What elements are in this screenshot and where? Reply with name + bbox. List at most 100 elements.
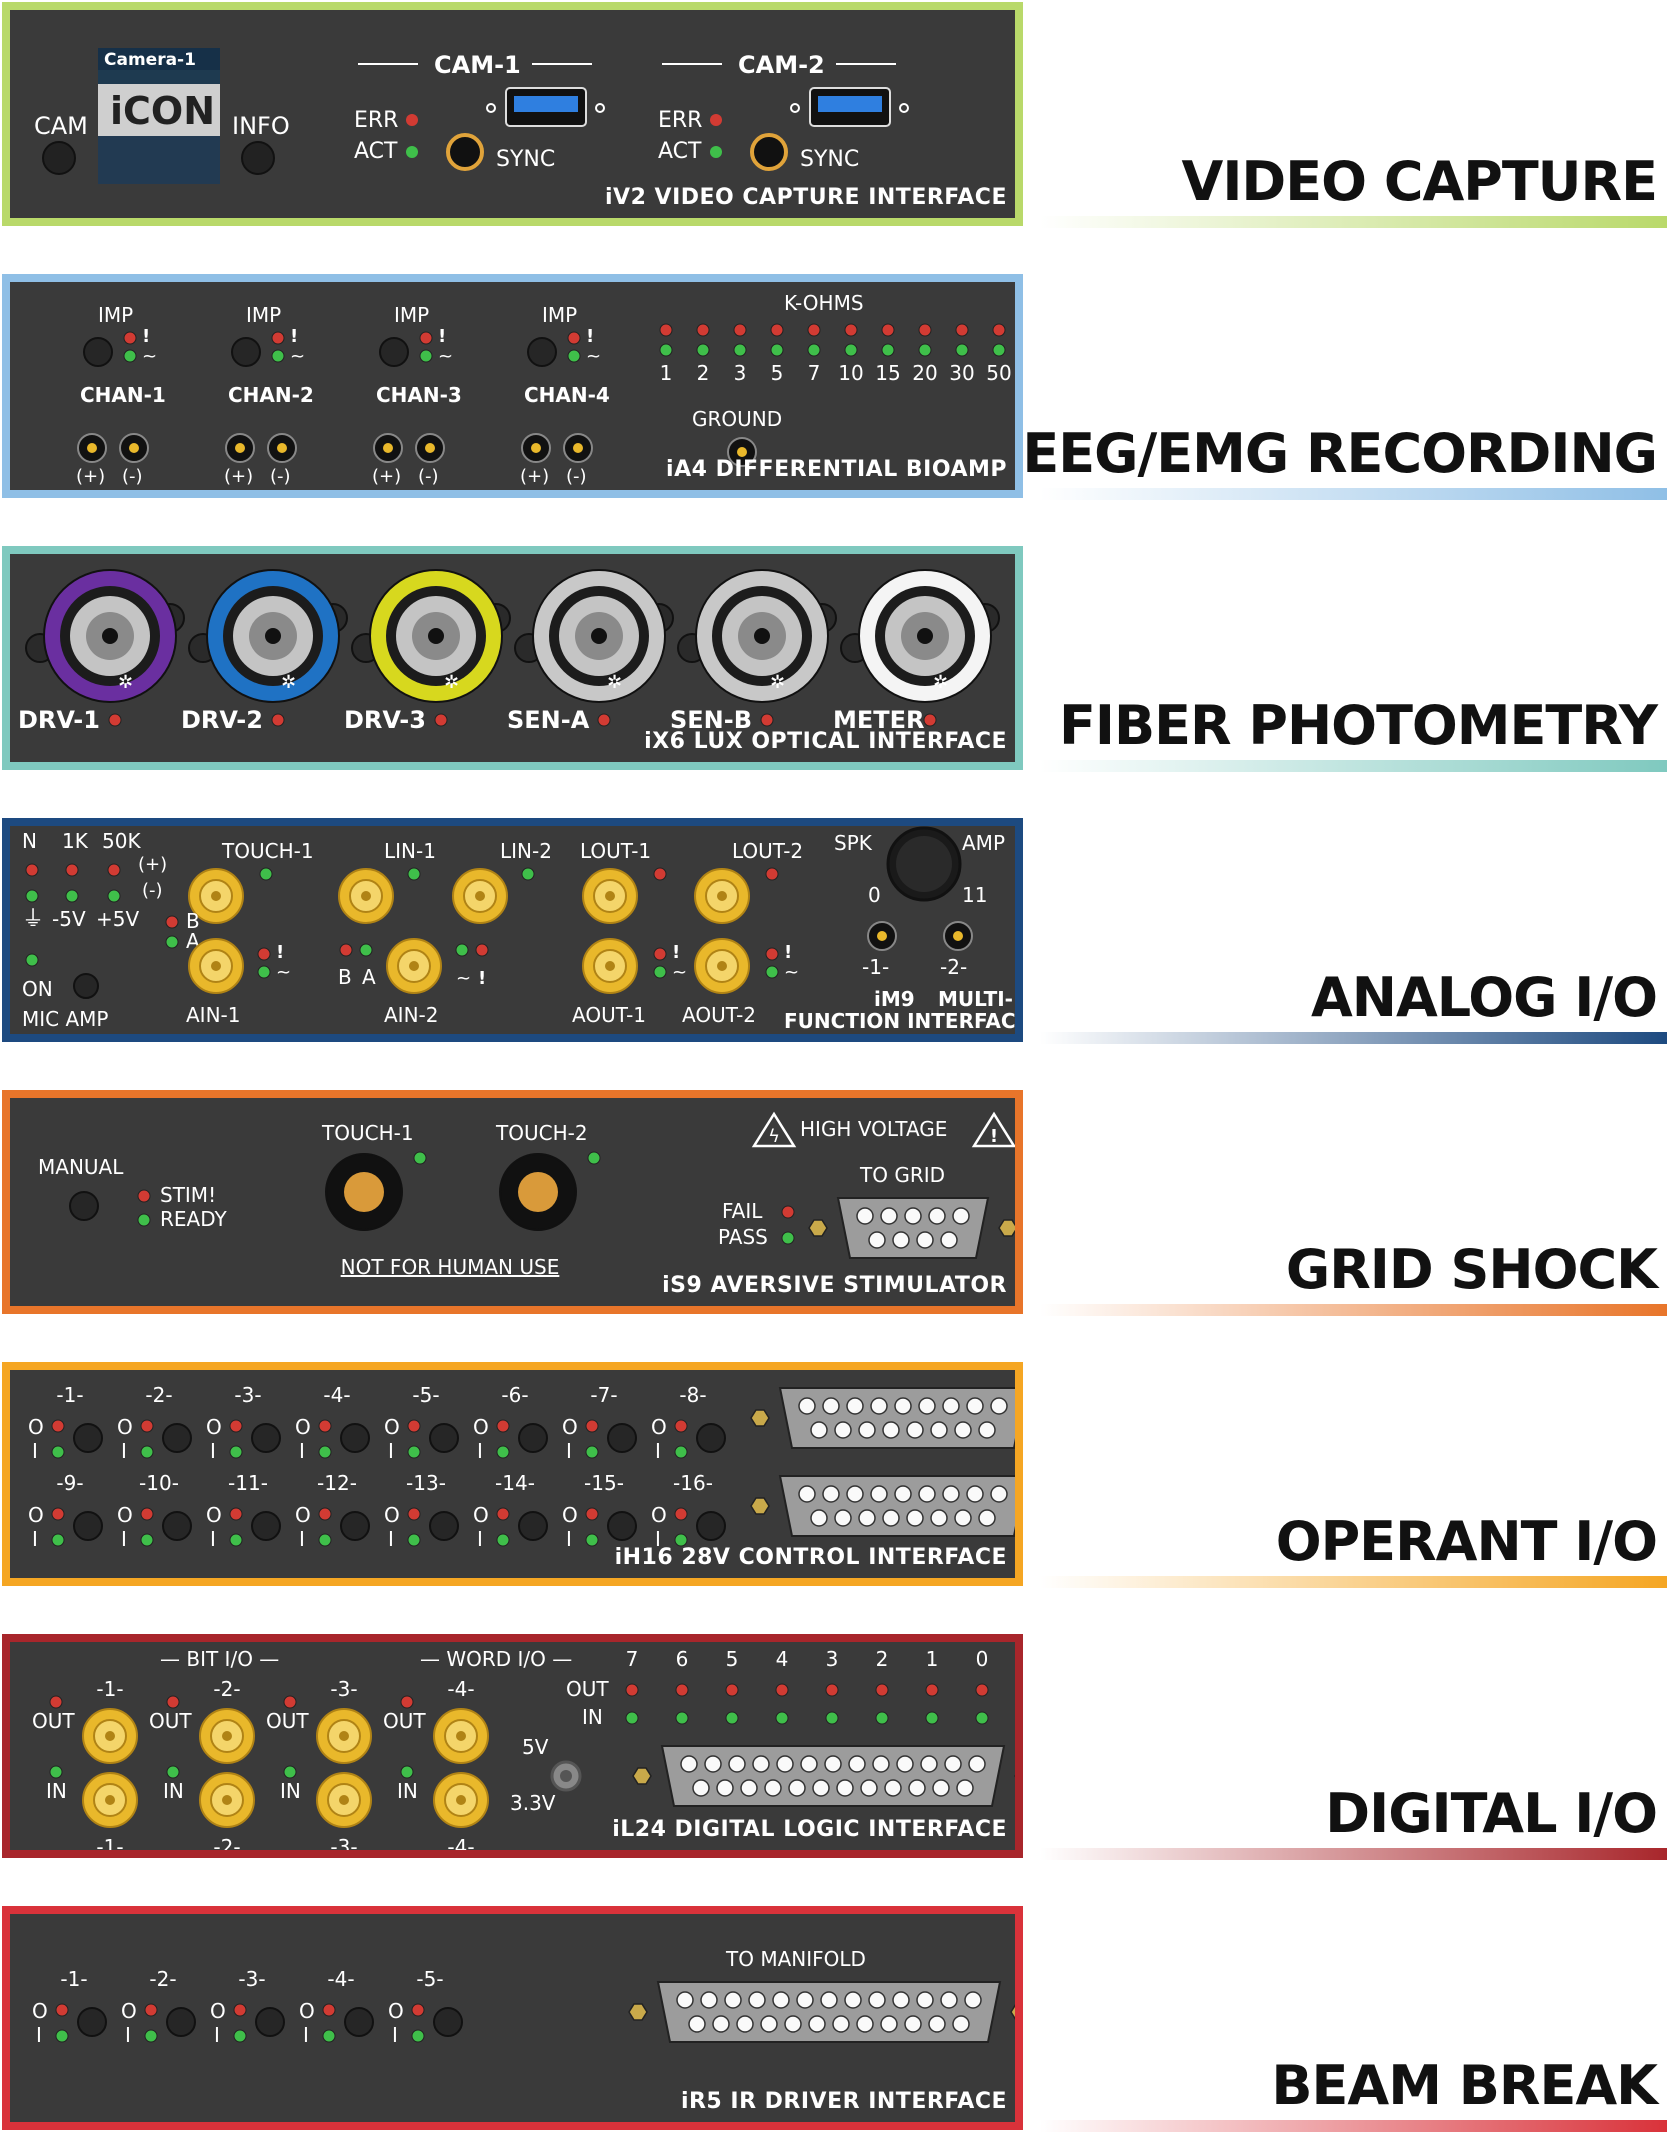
section-title-fiber: FIBER PHOTOMETRY: [1058, 694, 1658, 757]
operant-out-led: [496, 1419, 510, 1433]
cam2-sync-port[interactable]: [750, 133, 788, 171]
bit3-out-bnc-pin: [339, 1731, 349, 1741]
chan3-minus-input-pin: [425, 443, 435, 453]
operant-channel-button[interactable]: [429, 1423, 459, 1453]
plus-label: (+): [372, 466, 401, 487]
fiber-port-core: [428, 628, 444, 644]
operant-channel-button[interactable]: [518, 1423, 548, 1453]
manifold-connector[interactable]: [656, 1981, 1002, 2043]
operant-channel-button[interactable]: [607, 1423, 637, 1453]
beam-channel-button[interactable]: [255, 2007, 285, 2037]
50k-led: [107, 863, 121, 877]
operant-channel-button[interactable]: [429, 1511, 459, 1541]
fiber-port-core: [102, 628, 118, 644]
o-label: O: [562, 1415, 578, 1439]
operant-in-led: [229, 1445, 243, 1459]
word-out-led: [675, 1683, 689, 1697]
to-manifold-label: TO MANIFOLD: [725, 1947, 866, 1971]
operant-connector-1[interactable]: [778, 1387, 1015, 1449]
operant-connector-2-pin: [846, 1485, 864, 1503]
word-bit-6: 6: [676, 1647, 689, 1671]
manifold-connector-pin: [844, 1991, 862, 2009]
operant-in-led: [318, 1533, 332, 1547]
cam2-sync-label: SYNC: [800, 147, 859, 172]
operant-connector-1-screw: [750, 1409, 770, 1427]
ain1-bnc-pin: [211, 961, 221, 971]
beam-in-led: [55, 2029, 69, 2043]
cam-button[interactable]: [42, 141, 76, 175]
operant-connector-2-pin: [990, 1485, 1008, 1503]
word-bit-2: 2: [876, 1647, 889, 1671]
operant-channel-button[interactable]: [340, 1511, 370, 1541]
o-label: O: [121, 1999, 137, 2023]
kohm-scale-2: 2: [697, 361, 710, 385]
operant-channel-button[interactable]: [73, 1511, 103, 1541]
imp-button-4[interactable]: [527, 337, 557, 367]
beam-channel-button[interactable]: [344, 2007, 374, 2037]
operant-channel-label: -3-: [234, 1383, 261, 1407]
o-label: O: [473, 1503, 489, 1527]
operant-channel-button[interactable]: [696, 1423, 726, 1453]
section-bar-video: [1040, 216, 1667, 228]
operant-connector-2-pin: [822, 1485, 840, 1503]
imp-label: IMP: [542, 303, 577, 327]
manifold-connector-pin: [868, 1991, 886, 2009]
info-button[interactable]: [241, 141, 275, 175]
mic-amp-button[interactable]: [73, 973, 99, 999]
a-label: A: [362, 965, 376, 989]
operant-in-led: [51, 1533, 65, 1547]
manifold-connector-pin: [784, 2015, 802, 2033]
operant-connector-2[interactable]: [778, 1475, 1015, 1537]
cam1-sync-port[interactable]: [446, 133, 484, 171]
section-bar-analog: [1040, 1032, 1667, 1044]
ain1-a-led: [165, 935, 179, 949]
operant-channel-button[interactable]: [162, 1511, 192, 1541]
beam-in-led: [233, 2029, 247, 2043]
digital-connector-pin: [908, 1779, 926, 1797]
beam-channel-label: -3-: [238, 1967, 265, 1991]
operant-connector-2-pin: [918, 1485, 936, 1503]
digital-connector[interactable]: [660, 1745, 1006, 1807]
kohm-green-led: [955, 343, 969, 357]
operant-channel-button[interactable]: [340, 1423, 370, 1453]
fiber-model-tag: iX6 LUX OPTICAL INTERFACE: [644, 729, 1007, 754]
operant-channel-button[interactable]: [162, 1423, 192, 1453]
chan2-minus-input-pin: [277, 443, 287, 453]
multi1-label: -1-: [862, 955, 889, 979]
operant-channel-button[interactable]: [518, 1511, 548, 1541]
operant-channel-button[interactable]: [73, 1423, 103, 1453]
imp-button-3[interactable]: [379, 337, 409, 367]
i-label: I: [477, 1439, 483, 1463]
multi-1-jack-pin: [877, 931, 887, 941]
operant-out-led: [140, 1419, 154, 1433]
grid-connector[interactable]: [836, 1197, 990, 1259]
i-label: I: [121, 1439, 127, 1463]
imp-button-1[interactable]: [83, 337, 113, 367]
operant-channel-label: -5-: [412, 1383, 439, 1407]
operant-out-led: [51, 1419, 65, 1433]
operant-out-led: [318, 1419, 332, 1433]
beam-channel-button[interactable]: [77, 2007, 107, 2037]
ain2-sig-mark: ~: [456, 968, 471, 989]
o-label: O: [384, 1415, 400, 1439]
beam-channel-button[interactable]: [433, 2007, 463, 2037]
imp-ok-mark: ~: [438, 346, 453, 367]
touch2-led: [587, 1151, 601, 1165]
operant-channel-button[interactable]: [251, 1511, 281, 1541]
plus5v-label: +5V: [96, 907, 139, 931]
beam-channel-button[interactable]: [166, 2007, 196, 2037]
manual-button[interactable]: [69, 1191, 99, 1221]
fail-led: [781, 1205, 795, 1219]
digital-connector-pin: [740, 1779, 758, 1797]
manifold-connector-pin: [892, 1991, 910, 2009]
kohm-green-led: [770, 343, 784, 357]
imp-button-2[interactable]: [231, 337, 261, 367]
manifold-connector-pin: [808, 2015, 826, 2033]
imp-ok-led: [419, 349, 433, 363]
o-label: O: [28, 1503, 44, 1527]
manifold-connector-pin: [904, 2015, 922, 2033]
touch1-label: TOUCH-1: [321, 1121, 414, 1145]
operant-channel-button[interactable]: [251, 1423, 281, 1453]
operant-channel-button[interactable]: [607, 1511, 637, 1541]
operant-channel-button[interactable]: [696, 1511, 726, 1541]
